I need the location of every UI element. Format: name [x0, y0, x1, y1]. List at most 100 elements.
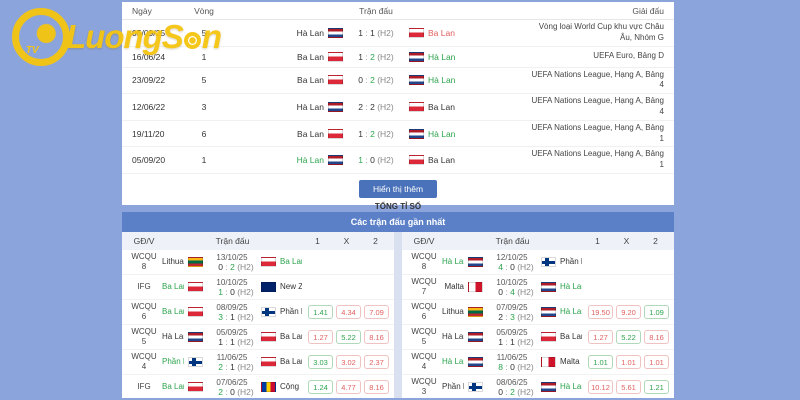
recent-match-row[interactable]: WCQU5 Hà Lan 05/09/25 1 : 1 (H2) Ba Lan …	[402, 325, 674, 350]
odds-cell: 19.509.201.09	[582, 305, 670, 319]
odds-value-box: 1.27	[588, 330, 613, 344]
match-score: 2 : 2 (H2)	[347, 102, 405, 112]
h2h-match-row[interactable]: 05/09/25 5 Hà Lan 1 : 1 (H2) Ba Lan Vòng…	[122, 20, 674, 47]
recent-match-row[interactable]: WCQU6 Ba Lan 08/09/25 3 : 1 (H2) Phần La…	[122, 300, 394, 325]
date-score-cell: 13/10/25 0 : 2 (H2)	[207, 253, 257, 272]
halftime-suffix: (H2)	[375, 129, 394, 139]
away-team-name: Ba Lan	[428, 28, 526, 38]
competition-cell: WCQU6	[406, 302, 442, 322]
away-team-flag-icon	[409, 75, 424, 85]
match-date: 10/10/25	[207, 278, 257, 287]
competition-code: WCQU	[126, 252, 162, 262]
home-team-flag-icon	[328, 129, 343, 139]
halftime-suffix: (H2)	[375, 52, 394, 62]
odds-value-box: 1.09	[644, 305, 669, 319]
competition-code: IFG	[126, 382, 162, 392]
recent-match-row[interactable]: WCQU6 Lithuania 07/09/25 2 : 3 (H2) Hà L…	[402, 300, 674, 325]
away-team-flag-icon	[261, 357, 276, 367]
halftime-suffix: (H2)	[375, 155, 394, 165]
halftime-suffix: (H2)	[515, 312, 534, 322]
match-date: 05/09/20	[132, 155, 182, 165]
competition-cell: IFG	[126, 282, 162, 292]
match-cell: Ba Lan 08/09/25 3 : 1 (H2) Phần Lan	[162, 303, 302, 322]
away-team-flag-icon	[541, 382, 556, 392]
recent-match-row[interactable]: WCQU4 Phần Lan 11/06/25 2 : 1 (H2) Ba La…	[122, 350, 394, 375]
away-team-flag-icon	[261, 282, 276, 292]
odds-value-box: 1.41	[308, 305, 333, 319]
halftime-suffix: (H2)	[515, 337, 534, 347]
away-team-flag-icon	[261, 382, 276, 392]
competition-code: WCQU	[126, 352, 162, 362]
match-score: 2 : 0 (H2)	[207, 387, 265, 397]
recent-match-row[interactable]: IFG Ba Lan 07/06/25 2 : 0 (H2) Cộng Hòa …	[122, 375, 394, 398]
odds-value-box: 2.37	[364, 355, 389, 369]
halftime-suffix: (H2)	[235, 312, 254, 322]
away-team-name: Cộng Hòa Moldova	[280, 382, 302, 392]
match-score: 1 : 0 (H2)	[347, 155, 405, 165]
h2h-match-row[interactable]: 19/11/20 6 Ba Lan 1 : 2 (H2) Hà Lan UEFA…	[122, 121, 674, 148]
match-date: 05/09/25	[132, 28, 182, 38]
match-date: 16/06/24	[132, 52, 182, 62]
home-team-flag-icon	[468, 257, 483, 267]
h2h-match-row[interactable]: 05/09/20 1 Hà Lan 1 : 0 (H2) Ba Lan UEFA…	[122, 147, 674, 174]
competition-round: 6	[126, 312, 162, 322]
recent-match-row[interactable]: WCQU4 Hà Lan 11/06/25 8 : 0 (H2) Malta 1…	[402, 350, 674, 375]
away-team-flag-icon	[541, 307, 556, 317]
date-score-cell: 11/06/25 8 : 0 (H2)	[487, 353, 537, 372]
show-more-button[interactable]: Hiển thị thêm	[359, 180, 437, 198]
away-team-name: Ba Lan	[280, 357, 302, 367]
away-team-flag-icon	[409, 129, 424, 139]
odds-value-box: 1.27	[308, 330, 333, 344]
halftime-suffix: (H2)	[515, 262, 534, 272]
away-team-name: Hà Lan	[428, 52, 526, 62]
away-team-flag-icon	[541, 257, 556, 267]
competition-code: WCQU	[126, 327, 162, 337]
match-cell: Ba Lan 1 : 2 (H2) Hà Lan	[226, 52, 526, 62]
home-team-name: Hà Lan	[442, 332, 464, 342]
home-team-flag-icon	[188, 307, 203, 317]
h2h-table-body: 05/09/25 5 Hà Lan 1 : 1 (H2) Ba Lan Vòng…	[122, 20, 674, 174]
odds-value-box: 3.02	[336, 355, 361, 369]
h2h-match-row[interactable]: 16/06/24 1 Ba Lan 1 : 2 (H2) Hà Lan UEFA…	[122, 47, 674, 68]
away-team-flag-icon	[409, 52, 424, 62]
halftime-suffix: (H2)	[235, 262, 254, 272]
away-team-name: Phần Lan	[560, 257, 582, 267]
odds-value-box: 3.03	[308, 355, 333, 369]
halftime-suffix: (H2)	[375, 28, 394, 38]
competition-cell: WCQU4	[406, 352, 442, 372]
match-score: 3 : 1 (H2)	[207, 312, 265, 322]
recent-match-row[interactable]: WCQU8 Lithuania 13/10/25 0 : 2 (H2) Ba L…	[122, 250, 394, 275]
home-team-flag-icon	[468, 382, 483, 392]
total-score-label: TỔNG TỈ SỐ	[122, 202, 674, 211]
match-round: 3	[182, 102, 226, 112]
away-team-flag-icon	[541, 357, 556, 367]
odds-cell: 1.275.228.16	[302, 330, 390, 344]
match-score: 1 : 2 (H2)	[347, 52, 405, 62]
away-team-flag-icon	[541, 332, 556, 342]
match-cell: Phần Lan 11/06/25 2 : 1 (H2) Ba Lan	[162, 353, 302, 372]
halftime-suffix: (H2)	[235, 362, 254, 372]
h2h-match-row[interactable]: 23/09/22 5 Ba Lan 0 : 2 (H2) Hà Lan UEFA…	[122, 68, 674, 95]
recent-table-header: GĐ/V Trận đấu 1 X 2	[402, 232, 674, 250]
recent-match-row[interactable]: WCQU8 Hà Lan 12/10/25 4 : 0 (H2) Phần La…	[402, 250, 674, 275]
match-date: 10/10/25	[487, 278, 537, 287]
recent-match-row[interactable]: WCQU7 Malta 10/10/25 0 : 4 (H2) Hà Lan	[402, 275, 674, 300]
competition-cell: WCQU4	[126, 352, 162, 372]
odds-value-box: 1.24	[308, 380, 333, 394]
recent-match-row[interactable]: WCQU3 Phần Lan 08/06/25 0 : 2 (H2) Hà La…	[402, 375, 674, 398]
odds-cell: 1.011.011.01	[582, 355, 670, 369]
odds-value-box: 8.16	[364, 380, 389, 394]
competition-cell: WCQU6	[126, 302, 162, 322]
recent-match-row[interactable]: WCQU5 Hà Lan 05/09/25 1 : 1 (H2) Ba Lan …	[122, 325, 394, 350]
home-team-name: Hà Lan	[226, 102, 324, 112]
tournament-name: Vòng loại World Cup khu vực Châu Âu, Nhó…	[526, 22, 664, 44]
match-date: 23/09/22	[132, 75, 182, 85]
h2h-match-row[interactable]: 12/06/22 3 Hà Lan 2 : 2 (H2) Ba Lan UEFA…	[122, 94, 674, 121]
halftime-suffix: (H2)	[235, 387, 254, 397]
tournament-name: UEFA Nations League, Hạng A, Bảng 1	[526, 149, 664, 171]
recent-table-body: WCQU8 Hà Lan 12/10/25 4 : 0 (H2) Phần La…	[402, 250, 674, 398]
competition-cell: WCQU3	[406, 377, 442, 397]
odds-value-box: 9.20	[616, 305, 641, 319]
recent-match-row[interactable]: IFG Ba Lan 10/10/25 1 : 0 (H2) New Zeala…	[122, 275, 394, 300]
match-cell: Hà Lan 12/10/25 4 : 0 (H2) Phần Lan	[442, 253, 582, 272]
